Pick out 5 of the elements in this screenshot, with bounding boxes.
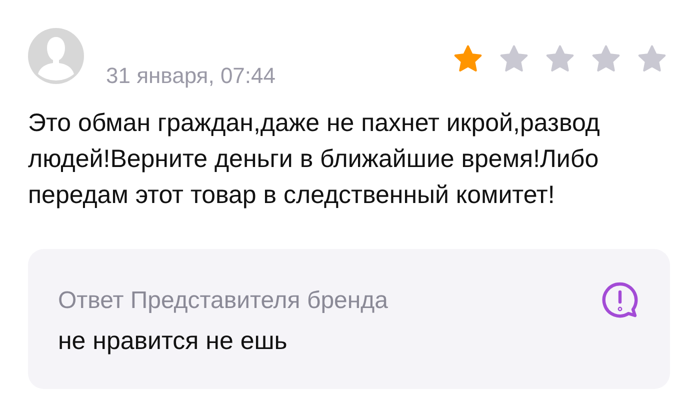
review-date: 31 января, 07:44	[106, 63, 276, 89]
reply-title: Ответ Представителя бренда	[58, 287, 388, 315]
reply-text: не нравится не ешь	[58, 327, 288, 356]
review-text: Это обман граждан,даже не пахнет икрой,развод людей!Верните деньги в ближайшие время!Либо передам этот товар в следственный комитет!	[28, 108, 601, 211]
avatar-icon	[28, 28, 84, 84]
